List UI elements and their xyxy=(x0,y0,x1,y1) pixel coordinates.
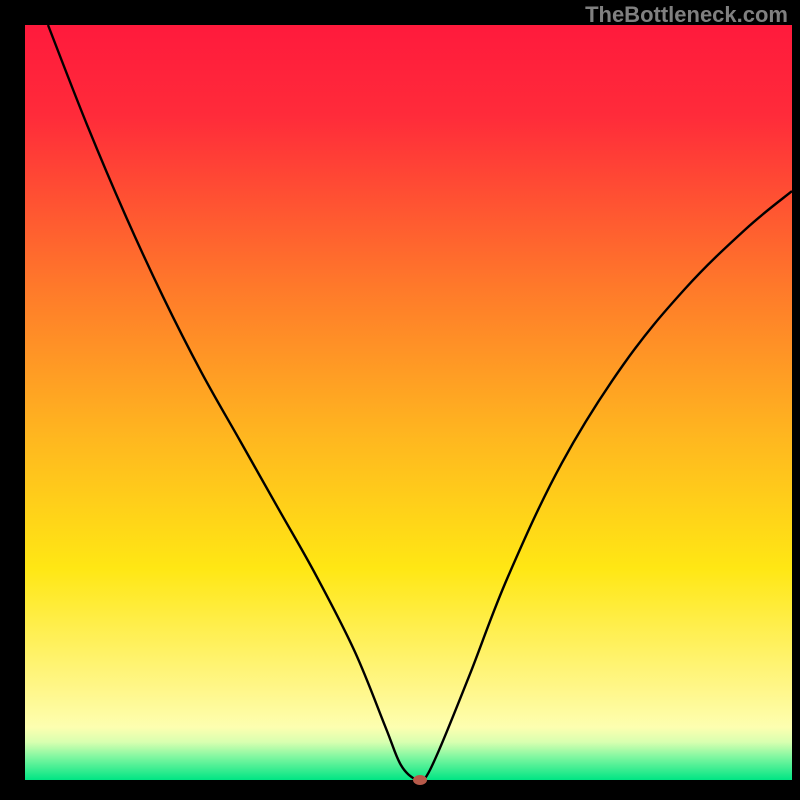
frame-bottom xyxy=(0,780,800,800)
watermark-text: TheBottleneck.com xyxy=(585,2,788,28)
frame-left xyxy=(0,0,25,800)
chart-container: TheBottleneck.com xyxy=(0,0,800,800)
frame-right xyxy=(792,0,800,800)
optimal-point-marker xyxy=(413,775,427,785)
chart-background-gradient xyxy=(25,25,792,780)
bottleneck-chart xyxy=(0,0,800,800)
